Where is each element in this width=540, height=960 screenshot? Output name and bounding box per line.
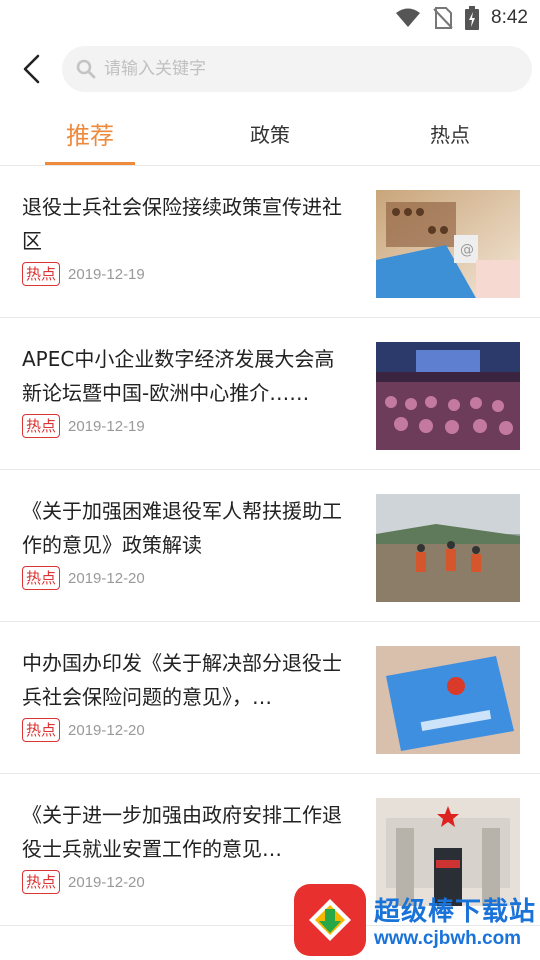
download-site-logo	[293, 884, 366, 956]
news-date: 2019-12-20	[68, 873, 145, 891]
news-title: APEC中小企业数字经济发展大会高新论坛暨中国-欧洲中心推介……	[22, 347, 335, 405]
news-thumbnail	[376, 494, 520, 602]
hot-tag: 热点	[22, 718, 61, 742]
active-tab-indicator	[45, 162, 135, 165]
news-list: 退役士兵社会保险接续政策宣传进社区 热点 2019-12-19 @ APEC中小…	[0, 166, 540, 926]
hot-tag: 热点	[22, 870, 61, 894]
news-date: 2019-12-20	[68, 721, 145, 739]
header	[0, 36, 540, 102]
news-title: 《关于加强困难退役军人帮扶援助工作的意见》政策解读	[22, 499, 342, 557]
download-arrow-icon	[308, 899, 351, 941]
wifi-icon	[395, 8, 421, 28]
news-item[interactable]: APEC中小企业数字经济发展大会高新论坛暨中国-欧洲中心推介…… 热点 2019…	[0, 318, 540, 470]
tab-label: 政策	[250, 123, 290, 147]
hot-tag: 热点	[22, 566, 61, 590]
hot-tag: 热点	[22, 414, 61, 438]
news-thumbnail: @	[376, 190, 520, 298]
search-input[interactable]	[104, 59, 532, 79]
svg-text:@: @	[460, 242, 474, 258]
watermark-name: 超级棒下载站	[373, 896, 536, 927]
news-thumbnail	[376, 342, 520, 450]
news-item[interactable]: 《关于加强困难退役军人帮扶援助工作的意见》政策解读 热点 2019-12-20	[0, 470, 540, 622]
search-icon	[76, 59, 96, 79]
status-time: 8:42	[491, 7, 528, 28]
tab-hot[interactable]: 热点	[360, 102, 540, 165]
news-title: 《关于进一步加强由政府安排工作退役士兵就业安置工作的意见…	[22, 803, 342, 861]
news-date: 2019-12-19	[68, 265, 145, 283]
battery-charging-icon	[465, 6, 480, 30]
tab-recommend[interactable]: 推荐	[0, 102, 180, 165]
tab-policy[interactable]: 政策	[180, 102, 360, 165]
chevron-left-icon	[23, 54, 40, 84]
news-date: 2019-12-20	[68, 569, 145, 587]
news-title: 退役士兵社会保险接续政策宣传进社区	[22, 195, 342, 253]
hot-tag: 热点	[22, 262, 61, 286]
news-date: 2019-12-19	[68, 417, 145, 435]
news-title: 中办国办印发《关于解决部分退役士兵社会保险问题的意见》，…	[22, 651, 342, 709]
no-sim-icon	[433, 7, 453, 29]
news-thumbnail	[376, 646, 520, 754]
status-bar: 8:42	[0, 0, 540, 36]
news-item[interactable]: 中办国办印发《关于解决部分退役士兵社会保险问题的意见》，… 热点 2019-12…	[0, 622, 540, 774]
news-item[interactable]: 退役士兵社会保险接续政策宣传进社区 热点 2019-12-19 @	[0, 166, 540, 318]
back-button[interactable]	[14, 49, 50, 89]
search-box[interactable]	[62, 46, 532, 92]
tab-label: 推荐	[66, 122, 114, 150]
watermark-url: www.cjbwh.com	[373, 927, 522, 949]
tab-bar: 推荐 政策 热点	[0, 102, 540, 166]
tab-label: 热点	[430, 123, 470, 147]
watermark: 超级棒下载站 www.cjbwh.com	[293, 884, 536, 956]
